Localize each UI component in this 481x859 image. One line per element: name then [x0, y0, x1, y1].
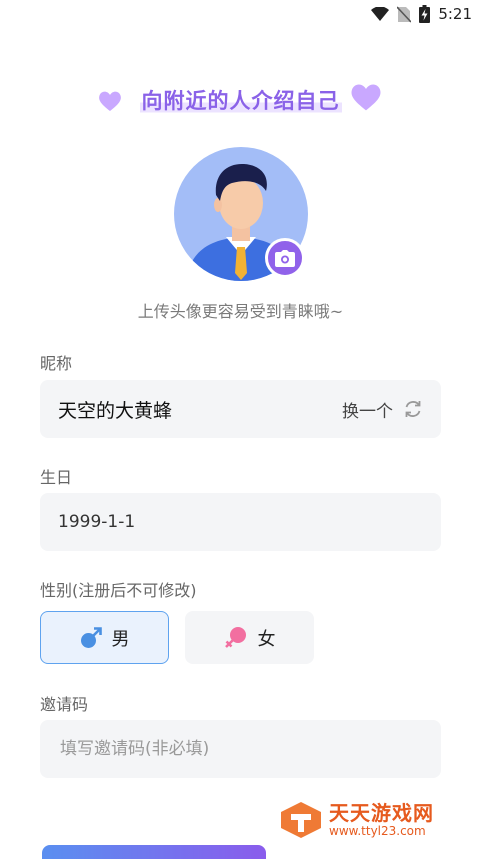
- invite-field[interactable]: [40, 720, 441, 778]
- nickname-label: 昵称: [40, 354, 73, 373]
- headline: 向附近的人介绍自己: [0, 80, 481, 120]
- male-icon: [80, 626, 102, 649]
- gender-female-label: 女: [257, 628, 276, 650]
- heart-icon: [350, 82, 382, 116]
- watermark: 天天游戏网 www.ttyl23.com: [279, 800, 434, 840]
- status-time: 5:21: [438, 5, 472, 23]
- no-sim-icon: [397, 5, 412, 23]
- change-nickname-label: 换一个: [342, 401, 393, 422]
- status-bar: 5:21: [0, 0, 481, 28]
- camera-icon: [275, 249, 295, 267]
- gender-male-option[interactable]: 男: [40, 611, 169, 664]
- watermark-title: 天天游戏网: [329, 801, 434, 825]
- birthday-field[interactable]: 1999-1-1: [40, 493, 441, 551]
- nickname-field[interactable]: 天空的大黄蜂 换一个: [40, 380, 441, 438]
- gender-male-label: 男: [111, 628, 130, 650]
- battery-charging-icon: [419, 5, 431, 23]
- gender-female-option[interactable]: 女: [185, 611, 314, 664]
- invite-label: 邀请码: [40, 695, 89, 714]
- watermark-logo-icon: [279, 800, 323, 840]
- birthday-label: 生日: [40, 468, 73, 487]
- gender-label: 性别(注册后不可修改): [40, 581, 197, 600]
- change-nickname-button[interactable]: 换一个: [342, 397, 423, 422]
- nickname-value: 天空的大黄蜂: [58, 399, 173, 422]
- birthday-value: 1999-1-1: [58, 512, 136, 532]
- female-icon: [224, 626, 248, 650]
- submit-button[interactable]: [42, 845, 266, 859]
- invite-input[interactable]: [58, 738, 423, 760]
- camera-button[interactable]: [265, 238, 305, 278]
- watermark-url: www.ttyl23.com: [329, 824, 426, 838]
- page-title: 向附近的人介绍自己: [139, 85, 342, 115]
- refresh-icon: [403, 399, 423, 419]
- avatar-hint: 上传头像更容易受到青睐哦~: [137, 302, 344, 321]
- wifi-icon: [371, 7, 390, 21]
